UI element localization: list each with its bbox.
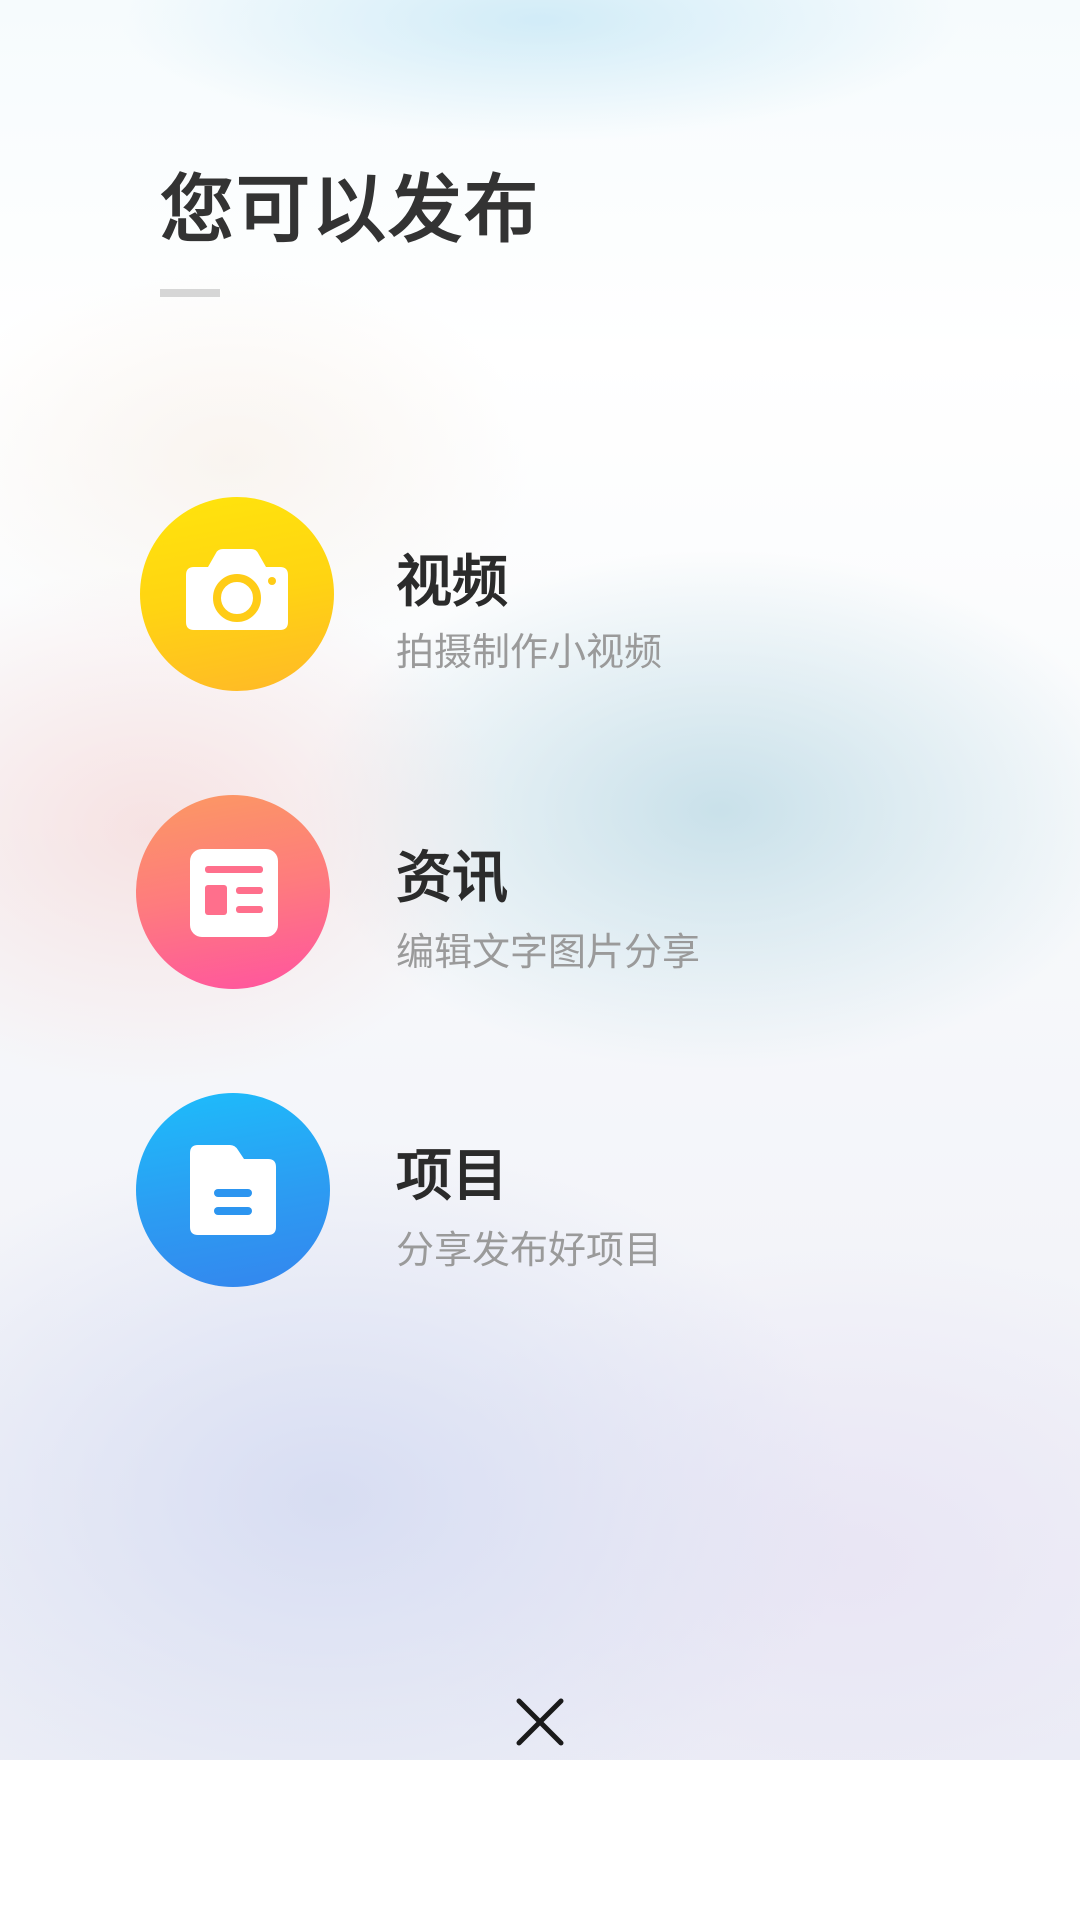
video-option-badge[interactable]	[140, 497, 334, 691]
document-icon	[190, 1145, 276, 1235]
title-underline	[160, 289, 220, 297]
close-button[interactable]	[510, 1692, 570, 1752]
news-article-icon	[190, 849, 278, 937]
page-title: 您可以发布	[160, 167, 540, 253]
publish-option-news[interactable]: 资讯 编辑文字图片分享	[136, 795, 936, 991]
video-option-title: 视频	[396, 550, 508, 615]
publish-screen: 您可以发布 视频 拍摄制作小视频 资讯 编辑文字图片分享 项目 分享发布好项目	[0, 0, 1080, 1920]
close-icon	[516, 1698, 564, 1746]
project-option-title: 项目	[396, 1144, 508, 1209]
video-option-subtitle: 拍摄制作小视频	[396, 630, 663, 674]
project-option-subtitle: 分享发布好项目	[396, 1228, 663, 1272]
news-option-badge[interactable]	[136, 795, 330, 989]
camera-icon	[186, 549, 288, 630]
publish-option-project[interactable]: 项目 分享发布好项目	[136, 1093, 936, 1289]
news-option-title: 资讯	[396, 846, 508, 911]
project-option-badge[interactable]	[136, 1093, 330, 1287]
publish-option-video[interactable]: 视频 拍摄制作小视频	[136, 497, 936, 693]
news-option-subtitle: 编辑文字图片分享	[396, 930, 701, 974]
